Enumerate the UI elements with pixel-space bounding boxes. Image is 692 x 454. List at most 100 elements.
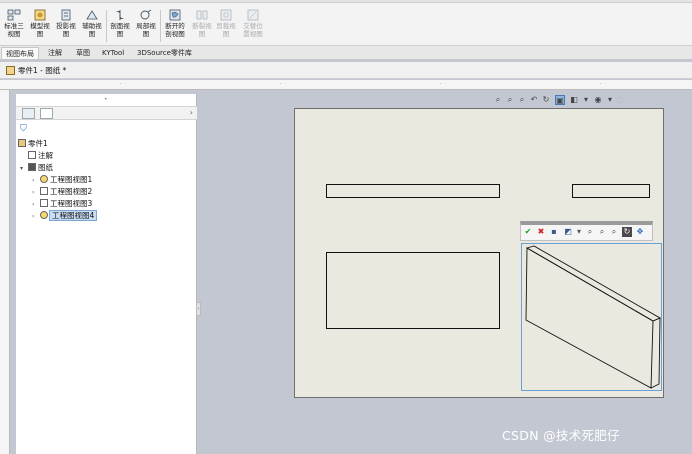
tree-item-label: 工程图视图3: [50, 199, 93, 208]
dropdown-icon[interactable]: ▾: [605, 95, 615, 105]
command-manager-tabs: 视图布局 注解 草图 KYTool 3DSource零件库: [0, 46, 692, 60]
document-tab-bar: 零件1 - 图纸 *: [0, 62, 692, 79]
projected-view-icon: [40, 199, 48, 207]
ruler-tick: ·: [280, 81, 282, 87]
button-label: 辅助视: [82, 22, 102, 30]
expand-arrow-icon[interactable]: ›: [32, 187, 40, 198]
tree-item-view-1[interactable]: › 工程图视图1: [32, 174, 92, 185]
projected-view-icon: [40, 187, 48, 195]
zoom-to-fit-icon[interactable]: ⌕: [493, 95, 503, 105]
ribbon-separator: [106, 10, 107, 42]
tab-kytool[interactable]: KYTool: [98, 47, 128, 59]
document-title[interactable]: 零件1 - 图纸 *: [18, 65, 66, 76]
select-icon[interactable]: ▣: [555, 95, 565, 105]
previous-view-icon[interactable]: ↶: [529, 95, 539, 105]
button-label: 交替位: [243, 22, 263, 30]
tree-item-sheet[interactable]: ▾ 图纸: [20, 162, 53, 173]
panel-tab-strip: ›: [16, 106, 197, 120]
expand-arrow-icon[interactable]: ›: [32, 175, 40, 186]
section-view-icon: [116, 10, 124, 20]
view-settings-icon[interactable]: ◌: [615, 95, 625, 105]
save-icon[interactable]: ▪: [549, 227, 559, 237]
detail-view-button[interactable]: 局部视 图: [134, 9, 158, 43]
expand-arrow-icon[interactable]: ›: [32, 211, 40, 222]
auxiliary-view-icon: [86, 10, 98, 20]
annotations-icon: [28, 151, 36, 159]
feature-manager-tab-icon[interactable]: [22, 108, 35, 119]
button-label: 投影视: [56, 22, 76, 30]
broken-out-section-button[interactable]: 断开的 剖视图: [162, 9, 188, 43]
display-style-icon[interactable]: ◧: [569, 95, 579, 105]
rotate-view-icon[interactable]: ↻: [541, 95, 551, 105]
tab-annotation[interactable]: 注解: [44, 47, 66, 59]
tree-item-view-3[interactable]: › 工程图视图3: [32, 198, 92, 209]
model-view-icon: [34, 9, 46, 21]
tree-item-part[interactable]: 零件1: [18, 138, 48, 149]
cancel-x-icon[interactable]: ✖: [536, 227, 546, 237]
zoom-to-fit-icon[interactable]: ⌕: [585, 227, 595, 237]
button-label: 局部视: [136, 22, 156, 30]
drawing-view-1-bounds[interactable]: [326, 184, 500, 198]
tab-sketch[interactable]: 草图: [72, 47, 94, 59]
pan-icon[interactable]: ✥: [635, 227, 645, 237]
drawing-view-3-bounds[interactable]: [572, 184, 650, 198]
expand-arrow-icon[interactable]: ›: [32, 199, 40, 210]
standard-3-view-icon: [7, 9, 21, 21]
break-view-icon: [196, 10, 208, 20]
auxiliary-view-button[interactable]: 辅助视 图: [80, 9, 104, 43]
dropdown-icon[interactable]: ▾: [574, 227, 584, 237]
tab-view-layout[interactable]: 视图布局: [1, 47, 39, 59]
hide-show-items-icon[interactable]: ◉: [593, 95, 603, 105]
ribbon-top-strip: [0, 0, 692, 3]
button-label: 断裂视: [192, 22, 212, 30]
button-label: 图: [142, 30, 150, 38]
chevron-right-icon[interactable]: ›: [190, 108, 193, 117]
crop-view-icon: [220, 9, 232, 21]
tree-item-label: 工程图视图4: [48, 210, 98, 221]
dropdown-icon[interactable]: ▾: [581, 95, 591, 105]
tree-item-label: 工程图视图2: [50, 187, 93, 196]
zoom-to-area-icon[interactable]: ⌕: [505, 95, 515, 105]
filter-icon[interactable]: ⛉: [20, 124, 27, 134]
alternate-position-view-icon: [247, 9, 259, 21]
feature-manager-panel: • › ⛉ 零件1 注解 ▾ 图纸 › 工程图视图1 › 工程图视图2 › 工程图视图3…: [16, 94, 197, 454]
standard-3-view-button[interactable]: 标准三 视图: [2, 9, 26, 43]
collapse-arrow-icon[interactable]: ▾: [20, 163, 28, 174]
left-ruler: [0, 90, 10, 454]
view-orientation-icon[interactable]: ◩: [563, 227, 573, 237]
drawing-view-2-bounds[interactable]: [326, 252, 500, 329]
button-label: 图: [116, 30, 124, 38]
button-label: 图: [222, 30, 230, 38]
alternate-position-view-button[interactable]: 交替位 置视图: [240, 9, 266, 43]
model-view-button[interactable]: 模型视 图: [28, 9, 52, 43]
button-label: 置视图: [243, 30, 263, 38]
ruler-tick: ·: [440, 81, 442, 87]
zoom-in-out-icon[interactable]: ⌕: [517, 95, 527, 105]
tree-item-view-2[interactable]: › 工程图视图2: [32, 186, 92, 197]
tree-item-annotations[interactable]: 注解: [28, 150, 53, 161]
broken-out-section-icon: [169, 9, 181, 21]
tree-item-label: 工程图视图1: [50, 175, 93, 184]
accept-check-icon[interactable]: ✔: [523, 227, 533, 237]
section-view-button[interactable]: 剖面视 图: [108, 9, 132, 43]
rotate-view-icon[interactable]: ↻: [622, 227, 632, 237]
zoom-to-area-icon[interactable]: ⌕: [597, 227, 607, 237]
tab-3dsource-library[interactable]: 3DSource零件库: [133, 47, 196, 59]
projected-view-button[interactable]: 投影视 图: [54, 9, 78, 43]
top-ruler: · · · ·: [0, 80, 692, 90]
zoom-in-out-icon[interactable]: ⌕: [609, 227, 619, 237]
sheet-icon: [28, 163, 36, 171]
panel-grip-icon[interactable]: •: [104, 96, 108, 103]
break-view-button[interactable]: 断裂视 图: [190, 9, 214, 43]
part-icon: [18, 139, 26, 147]
tree-item-label: 图纸: [38, 163, 53, 172]
button-label: 断开的: [165, 22, 185, 30]
button-label: 剖视图: [165, 30, 185, 38]
tree-item-view-4[interactable]: › 工程图视图4: [32, 210, 98, 222]
model-view-icon: [40, 175, 48, 183]
drawing-view-4[interactable]: [521, 243, 662, 391]
property-manager-tab-icon[interactable]: [40, 108, 53, 119]
crop-view-button[interactable]: 剪裁视 图: [214, 9, 238, 43]
panel-splitter-handle[interactable]: ›: [196, 302, 201, 316]
projected-view-icon: [61, 9, 71, 21]
